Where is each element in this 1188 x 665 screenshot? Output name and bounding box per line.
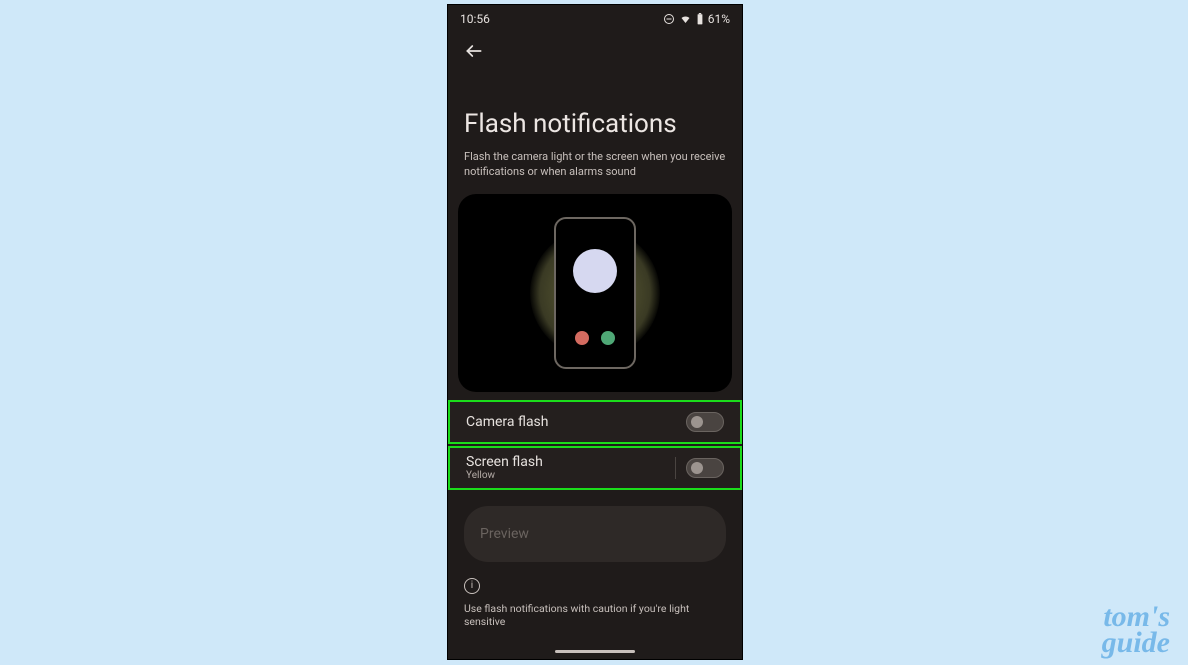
page-title: Flash notifications: [448, 65, 742, 145]
battery-percent: 61%: [708, 12, 730, 26]
watermark: tom's guide: [1102, 604, 1170, 655]
screen-flash-toggle[interactable]: [686, 458, 724, 478]
footer-caution-text: Use flash notifications with caution if …: [464, 602, 726, 628]
status-icons: 61%: [663, 12, 730, 26]
toggle-knob: [691, 462, 703, 474]
battery-icon: [696, 13, 704, 25]
phone-screenshot: 10:56 61% Flash notifications Flash the …: [447, 4, 743, 660]
camera-flash-row[interactable]: Camera flash: [448, 400, 742, 444]
footer: i Use flash notifications with caution i…: [448, 562, 742, 628]
status-bar: 10:56 61%: [448, 5, 742, 29]
camera-flash-label: Camera flash: [466, 414, 549, 430]
illustration-phone: [554, 217, 636, 369]
illustration-dots: [575, 331, 615, 345]
screen-flash-color: Yellow: [466, 470, 543, 481]
dnd-icon: [663, 13, 675, 25]
wifi-icon: [679, 13, 692, 25]
screen-flash-label: Screen flash: [466, 454, 543, 470]
clock: 10:56: [460, 12, 490, 26]
header: [448, 29, 742, 65]
nav-handle[interactable]: [555, 650, 635, 653]
illustration: [458, 194, 732, 392]
watermark-line2: guide: [1102, 630, 1170, 656]
preview-button[interactable]: Preview: [464, 506, 726, 562]
green-dot-icon: [601, 331, 615, 345]
camera-flash-toggle[interactable]: [686, 412, 724, 432]
camera-lens-icon: [573, 249, 617, 293]
red-dot-icon: [575, 331, 589, 345]
preview-label: Preview: [480, 526, 529, 542]
back-button[interactable]: [460, 37, 488, 65]
row-divider: [675, 457, 676, 479]
toggle-knob: [691, 416, 703, 428]
screen-flash-row[interactable]: Screen flash Yellow: [448, 446, 742, 490]
page-subtitle: Flash the camera light or the screen whe…: [448, 145, 742, 190]
info-icon: i: [464, 578, 480, 594]
